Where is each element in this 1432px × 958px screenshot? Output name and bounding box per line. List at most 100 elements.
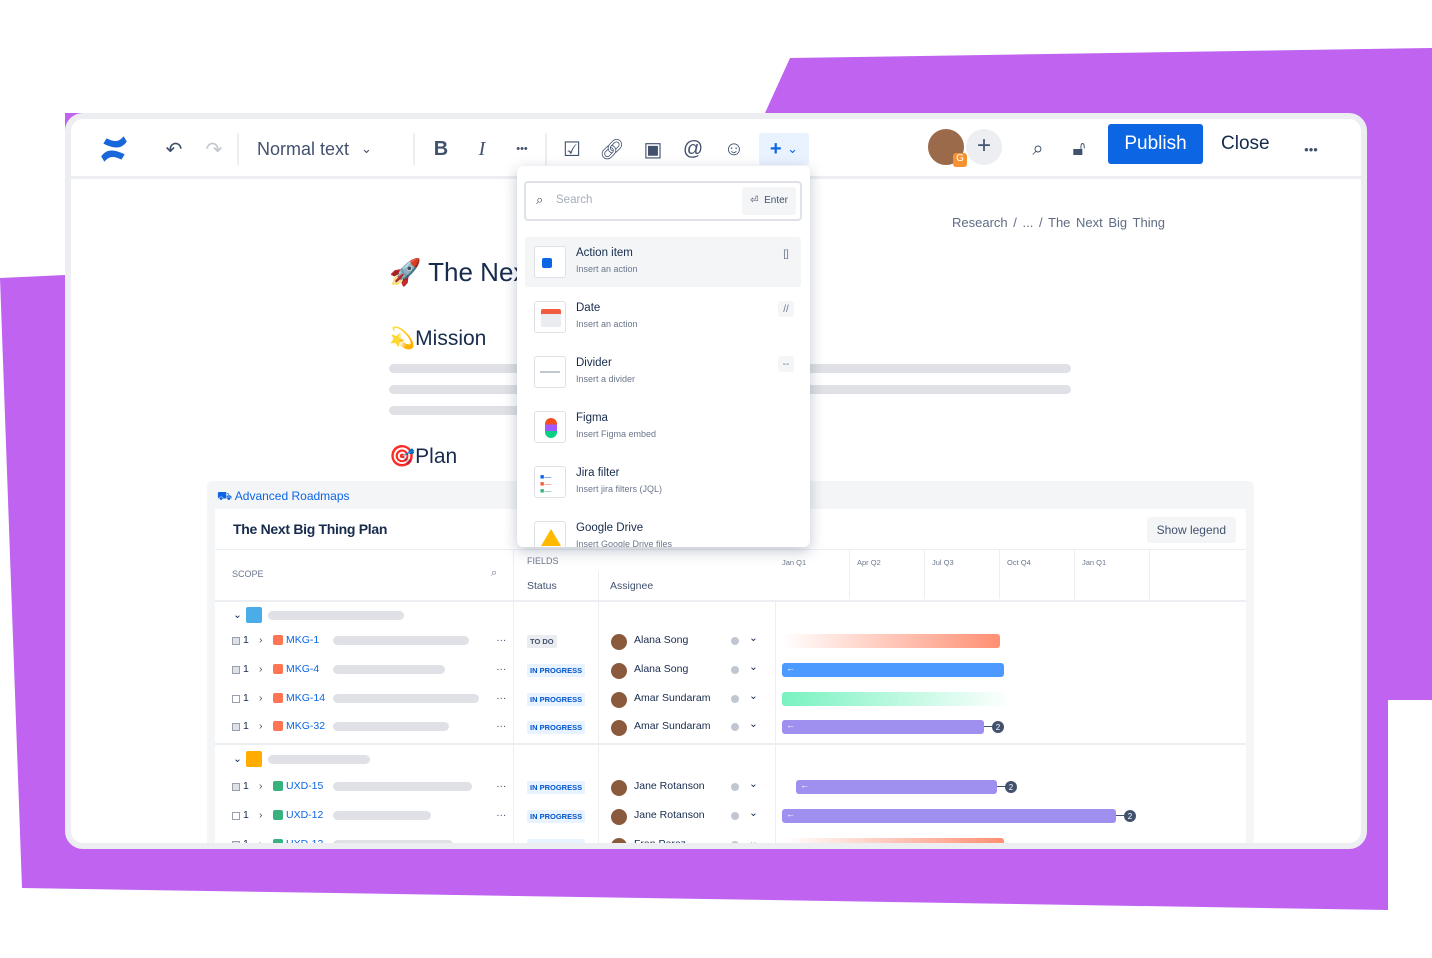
assignee-chevron-icon[interactable]: ⌄ [749,661,758,673]
breadcrumb-ellipsis[interactable]: ... [1023,215,1034,230]
timeline-bar[interactable] [782,692,1012,706]
insert-menu-item[interactable]: Figma Insert Figma embed [525,402,801,452]
scope-search-icon[interactable]: ⌕ [491,567,497,580]
assignee-chevron-icon[interactable]: ⌄ [749,836,758,843]
insert-menu: ⌕ Search ⏎ Enter Action item Insert an a… [517,166,810,547]
assignee-chevron-icon[interactable]: ⌄ [749,718,758,730]
publish-button[interactable]: Publish [1108,124,1203,164]
insert-button[interactable]: + ⌄ [759,133,809,165]
dependency-badge[interactable]: 2 [1005,781,1017,793]
row-checkbox[interactable] [232,666,240,674]
row-checkbox[interactable] [232,812,240,820]
checkbox-icon[interactable]: ☑ [559,133,585,165]
bold-button[interactable]: B [428,133,454,165]
search-icon[interactable]: ⌕ [1023,133,1053,165]
timeline-bar[interactable]: ← [782,663,1004,677]
expand-chevron-icon[interactable]: › [259,663,263,675]
row-checkbox[interactable] [232,637,240,645]
advanced-roadmaps-link[interactable]: ⛟ Advanced Roadmaps [217,489,350,505]
item-subtitle: Insert an action [576,319,638,329]
mention-icon[interactable]: @ [680,133,706,165]
status-lozenge[interactable]: IN PROGRESS [527,721,586,734]
issue-key[interactable]: MKG-4 [286,663,319,675]
unlock-icon[interactable]: 🔓︎ [1064,133,1094,165]
avatar [611,720,627,736]
expand-chevron-icon[interactable]: › [259,720,263,732]
link-icon[interactable]: 🔗︎ [599,133,625,165]
assignee-name: Alana Song [634,634,689,646]
breadcrumb-research[interactable]: Research [952,215,1008,230]
status-lozenge[interactable]: TO DO [527,635,557,648]
emoji-icon[interactable]: ☺ [721,133,747,165]
row-more-icon[interactable]: … [496,632,507,644]
show-legend-button[interactable]: Show legend [1146,517,1236,543]
status-lozenge[interactable]: IN PROGRESS [527,839,586,843]
status-lozenge[interactable]: IN PROGRESS [527,693,586,706]
insert-menu-item[interactable]: ■— ■— ■— Jira filter Insert jira filters (… [525,457,801,507]
assignee-chevron-icon[interactable]: ⌄ [749,807,758,819]
insert-menu-item[interactable]: Google Drive Insert Google Drive files [525,512,801,547]
timeline-bar[interactable] [784,838,1004,843]
clear-icon[interactable] [731,695,739,703]
issue-key[interactable]: MKG-14 [286,692,325,704]
italic-button[interactable]: I [469,133,495,165]
clear-icon[interactable] [731,812,739,820]
group-chevron-icon[interactable]: ⌄ [233,609,242,621]
dependency-badge[interactable]: 2 [1124,810,1136,822]
page-title[interactable]: 🚀 The Next [389,257,534,288]
status-lozenge[interactable]: IN PROGRESS [527,781,586,794]
clear-icon[interactable] [731,637,739,645]
add-collaborator-button[interactable]: + [966,129,1002,165]
expand-chevron-icon[interactable]: › [259,780,263,792]
insert-menu-item[interactable]: Divider Insert a divider -- [525,347,801,397]
breadcrumb-current[interactable]: The Next Big Thing [1048,215,1165,230]
assignee-header: Assignee [610,580,654,592]
image-icon[interactable]: ▣ [640,133,666,165]
more-options-button[interactable]: ••• [1296,133,1326,165]
status-lozenge[interactable]: IN PROGRESS [527,664,586,677]
expand-chevron-icon[interactable]: › [259,809,263,821]
undo-icon[interactable]: ↶ [161,133,187,165]
row-more-icon[interactable]: … [496,718,507,730]
item-title: Figma [576,412,608,424]
row-more-icon[interactable]: … [496,661,507,673]
dependency-badge[interactable]: 2 [992,721,1004,733]
timeline-bar[interactable]: ← [796,780,997,794]
insert-menu-item[interactable]: Date Insert an action // [525,292,801,342]
group-chevron-icon[interactable]: ⌄ [233,753,242,765]
assignee-chevron-icon[interactable]: ⌄ [749,778,758,790]
timeline-bar[interactable]: ← [782,720,984,734]
row-checkbox[interactable] [232,783,240,791]
insert-search-input[interactable]: ⌕ Search ⏎ Enter [524,181,802,221]
expand-chevron-icon[interactable]: › [259,838,263,843]
row-more-icon[interactable]: … [496,836,507,843]
issue-key[interactable]: UXD-15 [286,780,323,792]
timeline-bar[interactable] [782,634,1000,648]
row-more-icon[interactable]: … [496,807,507,819]
timeline-bar[interactable]: ← [782,809,1116,823]
row-checkbox[interactable] [232,695,240,703]
row-checkbox[interactable] [232,841,240,843]
redo-icon[interactable]: ↷ [201,133,227,165]
issue-key[interactable]: UXD-13 [286,838,323,843]
clear-icon[interactable] [731,666,739,674]
expand-chevron-icon[interactable]: › [259,634,263,646]
expand-chevron-icon[interactable]: › [259,692,263,704]
clear-icon[interactable] [731,841,739,843]
close-button[interactable]: Close [1221,124,1270,164]
issue-key[interactable]: MKG-32 [286,720,325,732]
row-more-icon[interactable]: … [496,690,507,702]
issue-key[interactable]: UXD-12 [286,809,323,821]
assignee-chevron-icon[interactable]: ⌄ [749,632,758,644]
clear-icon[interactable] [731,723,739,731]
assignee-chevron-icon[interactable]: ⌄ [749,690,758,702]
status-lozenge[interactable]: IN PROGRESS [527,810,586,823]
checkbox-icon [534,246,566,278]
row-more-icon[interactable]: … [496,778,507,790]
clear-icon[interactable] [731,783,739,791]
row-checkbox[interactable] [232,723,240,731]
issue-key[interactable]: MKG-1 [286,634,319,646]
insert-menu-item[interactable]: Action item Insert an action [] [525,237,801,287]
text-style-dropdown[interactable]: Normal text ⌄ [257,133,372,165]
more-formatting-button[interactable]: ••• [509,133,535,165]
